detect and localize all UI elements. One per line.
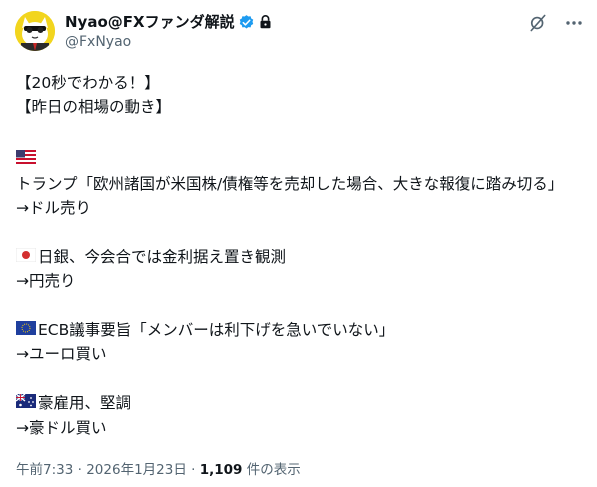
tweet-line: →円売り [16,272,76,291]
views-count: 1,109 [199,462,243,478]
tweet-line-text: ECB議事要旨「メンバーは利下げを急いでいない」 [38,321,395,340]
tweet-line: 豪雇用、堅調 [15,391,584,415]
tweet-line: 【20秒でわかる！】 [16,74,160,92]
australia-flag-icon [15,391,36,415]
us-flag-icon [16,147,36,171]
grok-icon[interactable] [528,13,548,37]
tweet-line: →豪ドル買い [16,418,107,437]
eu-flag-icon [16,318,36,342]
lock-icon [258,14,273,30]
japan-flag-icon [15,245,37,269]
tweet-time[interactable]: 午前7:33 [16,462,73,478]
views-label: 件の表示 [246,462,301,478]
tweet-line: 日銀、今会合では金利据え置き観測 [15,245,584,269]
tweet-line: ECB議事要旨「メンバーは利下げを急いでいない」 [16,318,584,342]
tweet-header: Nyao@FXファンダ解説 @FxNyao [15,11,582,53]
more-icon[interactable] [566,13,582,37]
tweet-line-text: 豪雇用、堅調 [38,394,132,413]
meta-separator: · [191,462,196,478]
handle[interactable]: @FxNyao [65,33,131,51]
meta-separator: · [77,462,82,478]
tweet-line-text: 日銀、今会合では金利据え置き観測 [38,247,287,266]
tweet-line: 【昨日の相場の動き】 [16,98,172,117]
tweet-line-text: トランプ「欧州諸国が米国株/債権等を売却した場合、大きな報復に踏み切る」 [16,174,564,193]
tweet-date[interactable]: 2026年1月23日 [86,462,187,478]
verified-badge-icon [238,14,255,31]
tweet-line: トランプ「欧州諸国が米国株/債権等を売却した場合、大きな報復に踏み切る」 [16,144,584,196]
tweet-body: 【20秒でわかる！】 【昨日の相場の動き】 トランプ「欧州諸国が米国株/債権等を… [15,71,584,440]
tweet-line: →ドル売り [16,199,91,218]
avatar[interactable] [15,11,55,51]
tweet-meta: 午前7:33 · 2026年1月23日 · 1,109 件の表示 [16,458,301,478]
display-name[interactable]: Nyao@FXファンダ解説 [65,13,235,31]
tweet-line: →ユーロ買い [16,345,107,364]
